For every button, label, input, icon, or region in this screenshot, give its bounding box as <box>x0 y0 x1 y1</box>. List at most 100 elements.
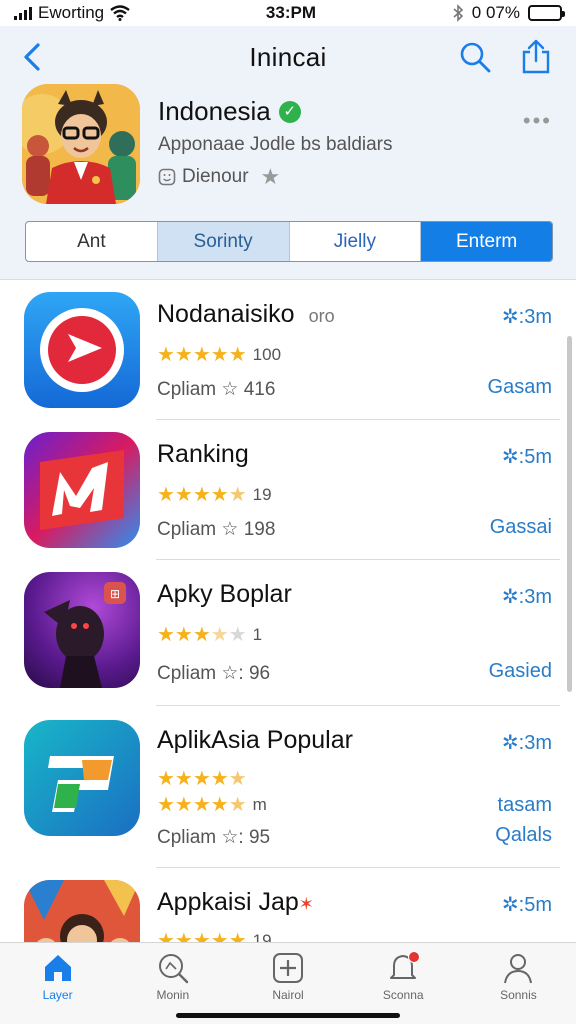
home-indicator <box>176 1013 400 1018</box>
app-name-extra: oro <box>308 306 335 326</box>
app-category: Cpliam ☆: 96 <box>157 663 271 684</box>
segmented-control: Ant Sorinty Jielly Enterm <box>25 221 553 262</box>
list-item[interactable]: Ranking ✲:5m ★★★★★ 19 Cpliam ☆ 198 Gassa… <box>0 420 576 560</box>
home-icon <box>44 955 71 981</box>
status-left: Eworting <box>14 3 130 23</box>
tab-monin[interactable]: Monin <box>115 943 230 1024</box>
list-item[interactable]: ⊞ Apky Boplar ✲:3m ★★★★★ 1 Cpliam ☆: 96 … <box>0 560 576 706</box>
rating: ★★★★★ 19 <box>157 482 272 507</box>
rating: ★★★★★ 1 <box>157 622 262 647</box>
tab-sonnis[interactable]: Sonnis <box>461 943 576 1024</box>
rating-stars: ★★★★★ <box>157 484 247 506</box>
get-button[interactable]: Gasam <box>488 376 552 399</box>
rating-secondary: ★★★★★ m <box>157 792 267 817</box>
tab-label: Monin <box>156 988 190 1002</box>
segment-jielly[interactable]: Jielly <box>290 222 422 261</box>
app-category: Cpliam ☆ 416 <box>157 379 276 400</box>
featured-app-title: Indonesia ✓ <box>158 96 301 127</box>
rating-stars: ★★★★★ <box>157 930 247 942</box>
scrollbar[interactable] <box>567 336 572 692</box>
featured-app-icon <box>22 84 140 204</box>
gear-small-icon: ✲: <box>501 306 525 328</box>
rating-count: m <box>252 794 267 814</box>
person-icon <box>504 954 533 984</box>
segment-enterm[interactable]: Enterm <box>421 222 552 261</box>
rating-count: 19 <box>252 484 272 504</box>
app-category: Cpliam ☆ 198 <box>157 519 276 540</box>
secondary-action[interactable]: tasam <box>498 794 552 817</box>
tab-label: Sonnis <box>500 988 537 1002</box>
tab-label: Layer <box>42 988 73 1002</box>
app-name: Apky Boplar <box>157 580 292 608</box>
battery-icon <box>527 5 565 21</box>
featured-app[interactable]: Indonesia ✓ Apponaae Jodle bs baldiars D… <box>22 84 554 208</box>
app-category: Cpliam ☆: 95 <box>157 827 271 848</box>
search-icon[interactable] <box>458 40 492 74</box>
featured-app-name: Indonesia <box>158 96 271 126</box>
magnifier-icon <box>158 954 188 984</box>
tab-sconna[interactable]: Sconna <box>346 943 461 1024</box>
tab-layer[interactable]: Layer <box>0 943 115 1024</box>
list-item[interactable]: AplikAsia Popular ✲:3m ★★★★★ ★★★★★ m tas… <box>0 706 576 868</box>
list-item[interactable]: Nodanaisiko oro ✲:3m ★★★★★ 100 Cpliam ☆ 4… <box>0 280 576 420</box>
list-item[interactable]: Appkaisi Jap✶ ✲:5m ★★★★★ 19 <box>0 868 576 942</box>
svg-text:⊞: ⊞ <box>110 587 120 601</box>
tab-label: Sconna <box>382 988 424 1002</box>
get-button[interactable]: Qalals <box>495 824 552 847</box>
app-name: Ranking <box>157 440 249 468</box>
app-icon-m <box>24 432 140 548</box>
app-size: ✲:3m <box>501 732 552 754</box>
sparkle-icon: ✶ <box>298 894 314 914</box>
more-options-icon[interactable]: ••• <box>523 108 552 134</box>
wifi-icon <box>110 5 130 21</box>
status-right: 0 07% <box>452 3 565 23</box>
rating: ★★★★★ <box>157 766 253 791</box>
featured-app-meta-label: Dienour <box>182 166 249 187</box>
app-name: Nodanaisiko oro <box>157 300 335 328</box>
rating-stars: ★★★★★ <box>157 624 247 646</box>
app-list: Nodanaisiko oro ✲:3m ★★★★★ 100 Cpliam ☆ 4… <box>0 280 576 942</box>
rating-count: 1 <box>252 624 263 644</box>
gear-small-icon: ✲: <box>501 586 525 608</box>
rating-count: 19 <box>252 930 272 943</box>
rating-count: 100 <box>252 344 282 364</box>
app-size: ✲:3m <box>501 586 552 608</box>
smiley-icon <box>158 168 176 186</box>
get-button[interactable]: Gasied <box>489 660 552 683</box>
segment-ant[interactable]: Ant <box>26 222 158 261</box>
segment-sorinty[interactable]: Sorinty <box>157 222 290 261</box>
app-icon-swirl <box>24 720 140 836</box>
app-size: ✲:5m <box>501 894 552 916</box>
carrier-label: Eworting <box>38 3 105 22</box>
gear-small-icon: ✲: <box>501 446 525 468</box>
share-icon[interactable] <box>520 38 552 74</box>
tab-bar: Layer Monin Nairol Sconna Sonnis <box>0 942 576 1024</box>
battery-percent: 0 07% <box>471 3 520 22</box>
app-icon-play <box>24 292 140 408</box>
rating: ★★★★★ 100 <box>157 342 281 367</box>
rating-stars: ★★★★★ <box>157 794 247 816</box>
rating: ★★★★★ 19 <box>157 928 272 942</box>
status-bar: Eworting 33:PM 0 07% <box>0 0 576 26</box>
header: Inincai Indonesia ✓ Apponaae Jodle bs ba… <box>0 26 576 280</box>
app-size: ✲:3m <box>501 306 552 328</box>
tab-label: Nairol <box>272 988 304 1002</box>
plus-square-icon <box>273 953 303 983</box>
nav-bar: Inincai <box>0 34 576 78</box>
get-button[interactable]: Gassai <box>490 516 552 539</box>
rating-stars: ★★★★★ <box>157 768 247 790</box>
signal-icon <box>14 6 32 20</box>
app-name: AplikAsia Popular <box>157 726 353 754</box>
rating-stars: ★★★★★ <box>157 344 247 366</box>
featured-app-meta: Dienour ★ <box>158 164 280 190</box>
tab-nairol[interactable]: Nairol <box>230 943 345 1024</box>
status-time: 33:PM <box>265 3 316 22</box>
star-outline-icon: ★ <box>260 164 281 189</box>
gear-small-icon: ✲: <box>501 732 525 754</box>
featured-app-subtitle: Apponaae Jodle bs baldiars <box>158 134 393 155</box>
app-size: ✲:5m <box>501 446 552 468</box>
app-name: Appkaisi Jap✶ <box>157 888 314 916</box>
gear-small-icon: ✲: <box>501 894 525 916</box>
verified-check-icon: ✓ <box>278 100 301 123</box>
bluetooth-icon <box>453 4 463 22</box>
